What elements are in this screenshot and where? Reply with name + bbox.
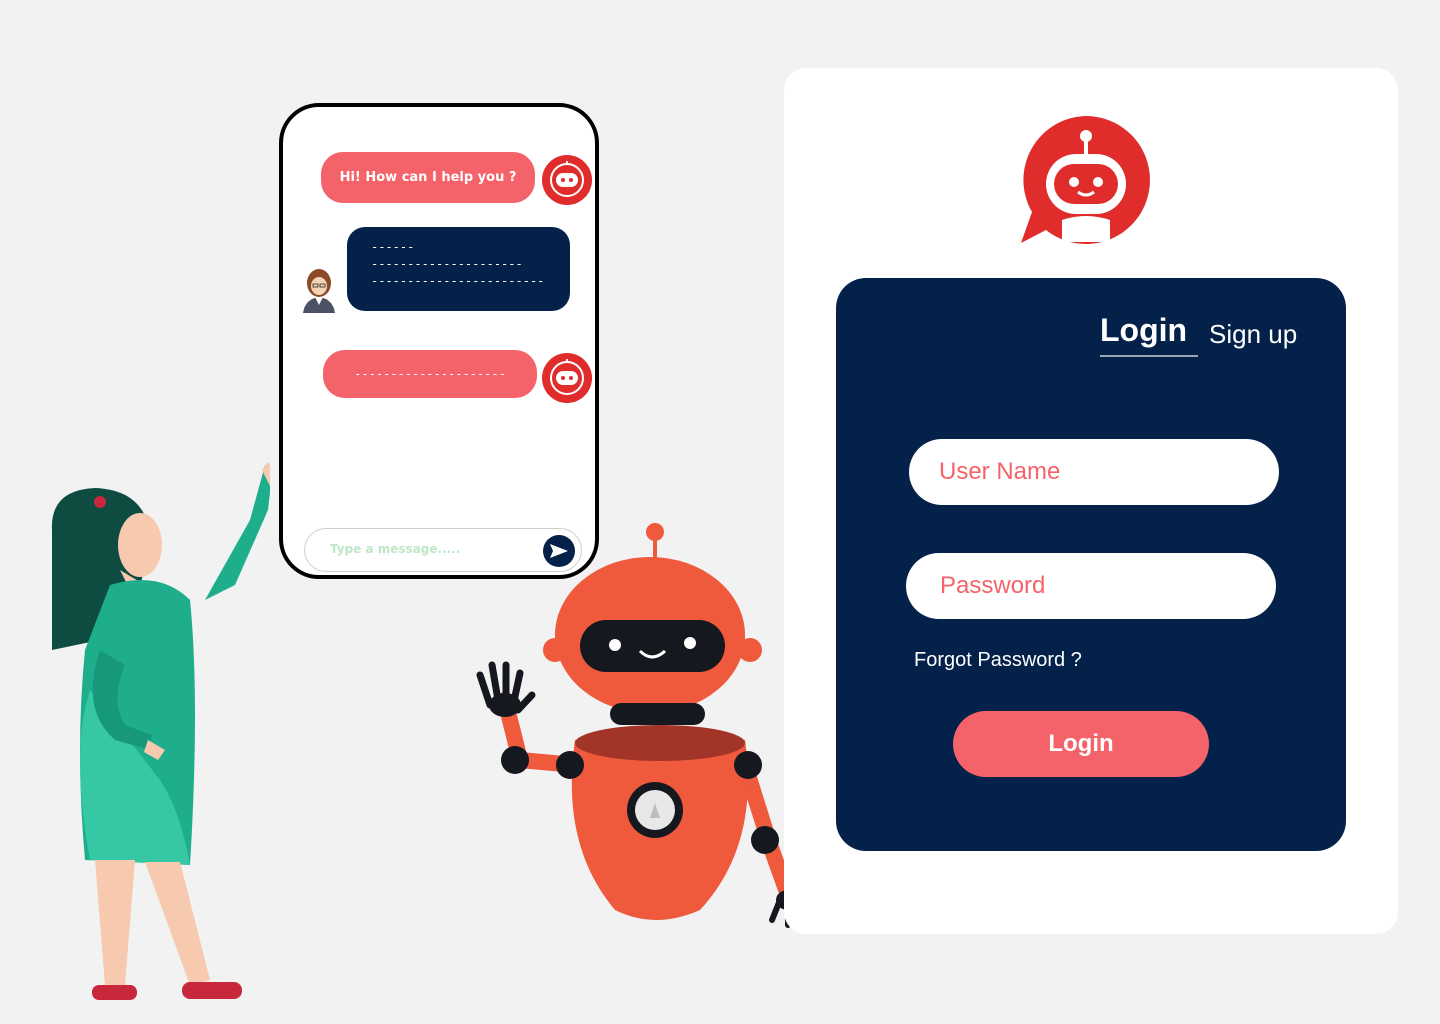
robot-illustration [476,523,809,928]
user-avatar-icon [299,265,339,315]
login-button-label: Login [1048,730,1114,757]
bot-avatar-icon [542,155,592,205]
login-button[interactable]: Login [953,711,1209,777]
user-message-bubble: ------ --------------------- -----------… [347,227,570,311]
bot-reply-text: --------------------- [354,367,506,381]
forgot-password-link[interactable]: Forgot Password ? [914,649,1082,672]
username-placeholder: User Name [939,458,1061,485]
username-field[interactable]: User Name [909,439,1279,505]
woman-illustration [51,462,270,1000]
message-input-placeholder: Type a message..... [330,542,461,556]
chat-phone-mockup: Hi! How can I help you ? ------ --------… [279,103,599,579]
bot-reply-bubble: --------------------- [323,350,537,398]
tab-signup[interactable]: Sign up [1209,319,1297,350]
tab-login[interactable]: Login [1100,312,1187,349]
bot-message-bubble: Hi! How can I help you ? [321,152,535,203]
chatbot-logo-icon [1021,116,1150,244]
bot-greeting-text: Hi! How can I help you ? [339,170,517,185]
active-tab-indicator [1100,355,1198,357]
password-field[interactable]: Password [906,553,1276,619]
bot-avatar-icon [542,353,592,403]
password-placeholder: Password [940,572,1046,599]
